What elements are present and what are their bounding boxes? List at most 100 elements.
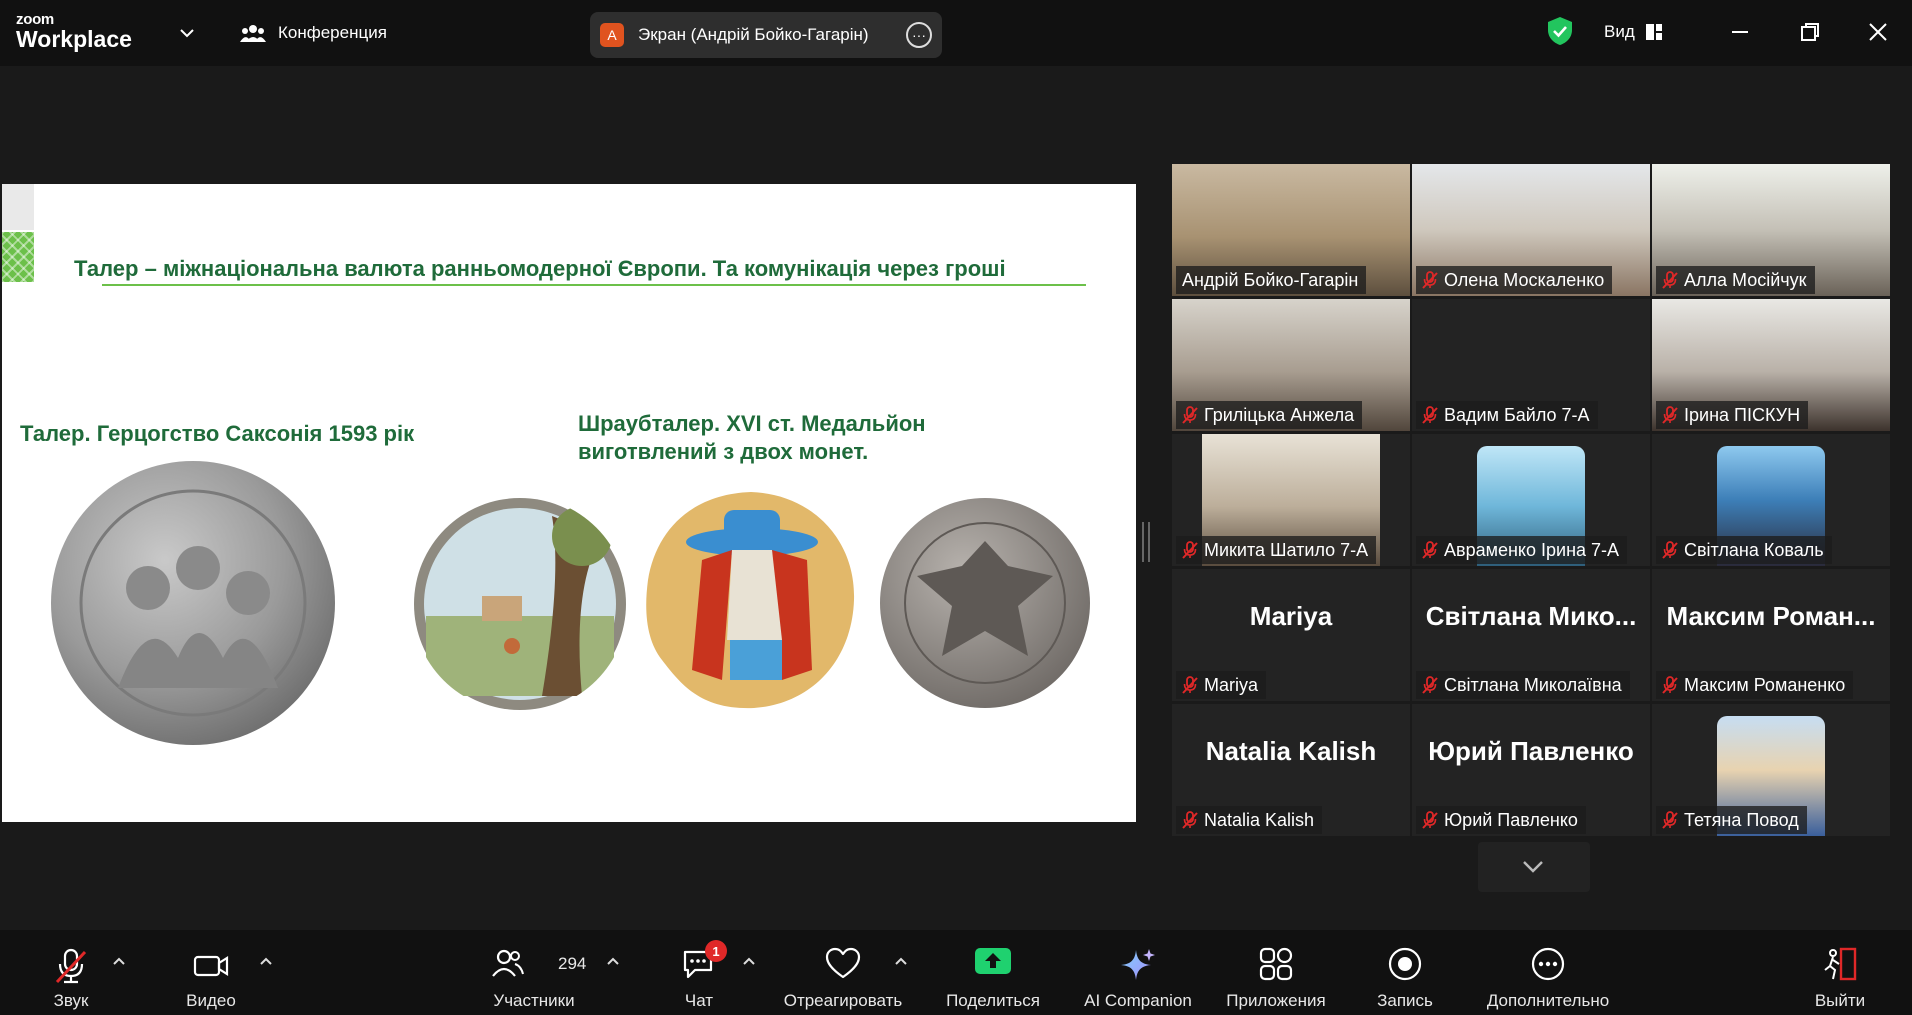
participant-tile[interactable]: Андрій Бойко-Гагарін xyxy=(1172,164,1410,296)
zoom-logo: zoom Workplace xyxy=(16,12,132,51)
video-camera-icon xyxy=(193,955,229,977)
view-button[interactable]: Вид xyxy=(1604,22,1663,42)
participant-display-name: Natalia Kalish xyxy=(1205,736,1377,766)
caption-schraubtaler-2: виготвлений з двох монет. xyxy=(578,439,869,464)
chat-options-chevron-icon[interactable] xyxy=(741,954,757,970)
participant-display-name: Mariya xyxy=(1249,601,1333,631)
more-options-icon[interactable]: ··· xyxy=(906,22,932,48)
participant-tile[interactable]: Світлана Коваль xyxy=(1652,434,1890,566)
audio-label: Звук xyxy=(53,991,89,1010)
restore-icon[interactable] xyxy=(1796,18,1824,46)
chevron-down-icon xyxy=(1523,861,1543,873)
ai-sparkle-icon xyxy=(1121,949,1155,980)
participant-tile[interactable]: Світлана Мико... Світлана Миколаївна xyxy=(1412,569,1650,701)
video-options-chevron-icon[interactable] xyxy=(258,954,274,970)
share-button[interactable]: Поделиться xyxy=(940,930,1046,1015)
microphone-muted-icon xyxy=(1422,271,1438,289)
saxony-thaler-coin-image xyxy=(51,461,335,745)
participant-name: Андрій Бойко-Гагарін xyxy=(1182,269,1359,290)
next-page-button[interactable] xyxy=(1478,842,1590,892)
participant-name: Авраменко Ірина 7-А xyxy=(1444,539,1620,560)
participant-name-label: Ірина ПІСКУН xyxy=(1656,401,1809,429)
participant-tile[interactable]: Олена Москаленко xyxy=(1412,164,1650,296)
participant-name: Микита Шатило 7-А xyxy=(1204,539,1369,560)
share-label: Экран (Андрій Бойко-Гагарін) xyxy=(638,25,869,44)
participant-name: Олена Москаленко xyxy=(1444,269,1605,290)
participants-options-chevron-icon[interactable] xyxy=(605,954,621,970)
audio-options-chevron-icon[interactable] xyxy=(111,954,127,970)
participant-name-label: Світлана Коваль xyxy=(1656,536,1832,564)
sharer-avatar: А xyxy=(600,23,624,47)
participants-label: Участники xyxy=(493,991,575,1010)
participant-tile[interactable]: Вадим Байло 7-А xyxy=(1412,299,1650,431)
encryption-shield-icon[interactable] xyxy=(1546,16,1574,46)
audio-button[interactable]: Звук xyxy=(40,930,102,1015)
top-bar: zoom Workplace Конференция А Экран (Андр… xyxy=(0,0,1912,66)
participant-tile[interactable]: Mariya Mariya xyxy=(1172,569,1410,701)
apps-icon xyxy=(1259,947,1293,981)
participant-name-label: Андрій Бойко-Гагарін xyxy=(1176,266,1367,294)
record-button[interactable]: Запись xyxy=(1370,930,1440,1015)
people-icon xyxy=(240,25,266,42)
video-label: Видео xyxy=(186,991,236,1010)
participant-name-label: Вадим Байло 7-А xyxy=(1416,401,1598,429)
participant-tile[interactable]: Гриліцька Анжела xyxy=(1172,299,1410,431)
participant-name-label: Максим Романенко xyxy=(1656,671,1854,699)
microphone-muted-icon xyxy=(1422,406,1438,424)
microphone-muted-icon xyxy=(1422,811,1438,829)
brand-workplace: Workplace xyxy=(16,26,132,52)
ai-companion-label: AI Companion xyxy=(1084,991,1192,1010)
participant-name: Алла Мосійчук xyxy=(1684,269,1807,290)
eagle-coin-image xyxy=(880,498,1090,708)
apps-label: Приложения xyxy=(1226,991,1326,1010)
participant-tile[interactable]: Юрий Павленко Юрий Павленко xyxy=(1412,704,1650,836)
schraubtaler-medallion-image xyxy=(646,492,855,709)
participant-tile[interactable]: Алла Мосійчук xyxy=(1652,164,1890,296)
shared-screen[interactable]: Талер – міжнаціональна валюта ранньомоде… xyxy=(2,184,1136,822)
participant-tile[interactable]: Ірина ПІСКУН xyxy=(1652,299,1890,431)
participant-name-label: Юрий Павленко xyxy=(1416,806,1586,834)
chat-label: Чат xyxy=(684,991,714,1010)
brand-zoom: zoom xyxy=(16,11,54,28)
ai-companion-button[interactable]: AI Companion xyxy=(1078,930,1198,1015)
react-button[interactable]: Отреагировать xyxy=(778,930,908,1015)
microphone-muted-icon xyxy=(1182,541,1198,559)
participants-count: 294 xyxy=(558,954,587,973)
slide-title: Талер – міжнаціональна валюта ранньомоде… xyxy=(74,256,1006,281)
microphone-muted-icon xyxy=(1662,271,1678,289)
panel-resize-handle[interactable] xyxy=(1142,522,1150,562)
participant-name: Natalia Kalish xyxy=(1204,809,1315,830)
more-button[interactable]: Дополнительно xyxy=(1476,930,1620,1015)
microphone-muted-icon xyxy=(1182,811,1198,829)
record-icon xyxy=(1388,947,1422,981)
screen-share-indicator[interactable]: А Экран (Андрій Бойко-Гагарін) ··· xyxy=(590,12,942,58)
participant-name-label: Олена Москаленко xyxy=(1416,266,1613,294)
participant-name-label: Микита Шатило 7-А xyxy=(1176,536,1377,564)
react-label: Отреагировать xyxy=(783,991,903,1010)
meeting-info-button[interactable]: Конференция xyxy=(240,22,387,44)
participant-tile[interactable]: Natalia Kalish Natalia Kalish xyxy=(1172,704,1410,836)
participant-tile[interactable]: Микита Шатило 7-А xyxy=(1172,434,1410,566)
minimize-icon[interactable] xyxy=(1726,18,1754,46)
react-options-chevron-icon[interactable] xyxy=(893,954,909,970)
close-icon[interactable] xyxy=(1864,18,1892,46)
video-button[interactable]: Видео xyxy=(178,930,244,1015)
participant-name: Світлана Миколаївна xyxy=(1444,674,1622,695)
microphone-muted-icon xyxy=(1422,676,1438,694)
participant-name-label: Гриліцька Анжела xyxy=(1176,401,1363,429)
participant-display-name: Максим Роман... xyxy=(1666,601,1876,631)
apps-button[interactable]: Приложения xyxy=(1218,930,1334,1015)
participant-tile[interactable]: Тетяна Повод xyxy=(1652,704,1890,836)
participant-display-name: Світлана Мико... xyxy=(1425,601,1637,631)
microphone-muted-icon xyxy=(1182,406,1198,424)
participant-tile[interactable]: Максим Роман... Максим Романенко xyxy=(1652,569,1890,701)
participant-tile[interactable]: Авраменко Ірина 7-А xyxy=(1412,434,1650,566)
leave-button[interactable]: Выйти xyxy=(1810,930,1870,1015)
share-screen-icon xyxy=(975,948,1011,974)
chevron-down-icon[interactable] xyxy=(176,22,198,44)
participant-name: Вадим Байло 7-А xyxy=(1444,404,1590,425)
meeting-toolbar: Звук Видео Участники 294 Чат 1 Отреагиро… xyxy=(0,930,1912,1015)
share-label: Поделиться xyxy=(946,991,1040,1010)
participant-name: Світлана Коваль xyxy=(1684,539,1824,560)
leave-label: Выйти xyxy=(1814,991,1866,1010)
